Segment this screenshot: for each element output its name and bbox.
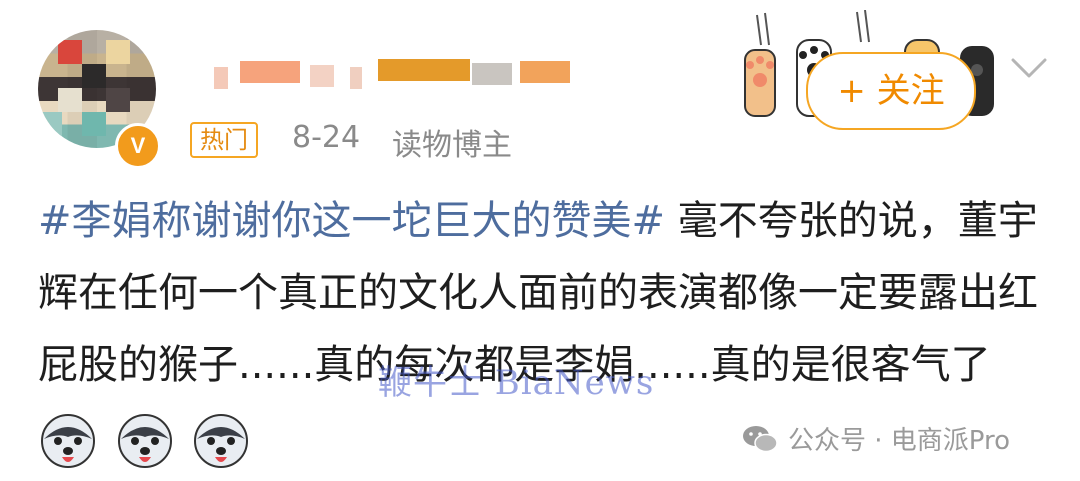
husky-emoji-icon — [194, 414, 249, 468]
follow-button[interactable]: + 关注 — [806, 52, 976, 130]
hot-badge: 热门 — [190, 122, 258, 158]
user-role: 读物博主 — [392, 128, 512, 163]
husky-emoji-icon — [117, 414, 172, 468]
post-date: 8-24 — [292, 120, 361, 155]
wechat-icon — [743, 425, 778, 452]
source-label: 公众号 · 电商派Pro — [742, 420, 1010, 457]
hashtag-link[interactable]: #李娟称谢谢你这一坨巨大的赞美# — [38, 198, 665, 244]
emoji-group — [38, 403, 255, 475]
husky-emoji-icon — [41, 414, 95, 468]
verified-badge-icon: V — [115, 123, 161, 169]
username-blurred[interactable] — [200, 55, 580, 100]
chevron-down-icon[interactable] — [1010, 55, 1048, 81]
source-text: 公众号 · 电商派Pro — [788, 426, 1011, 456]
watermark: 鞭牛士 BiaNews — [378, 363, 655, 403]
